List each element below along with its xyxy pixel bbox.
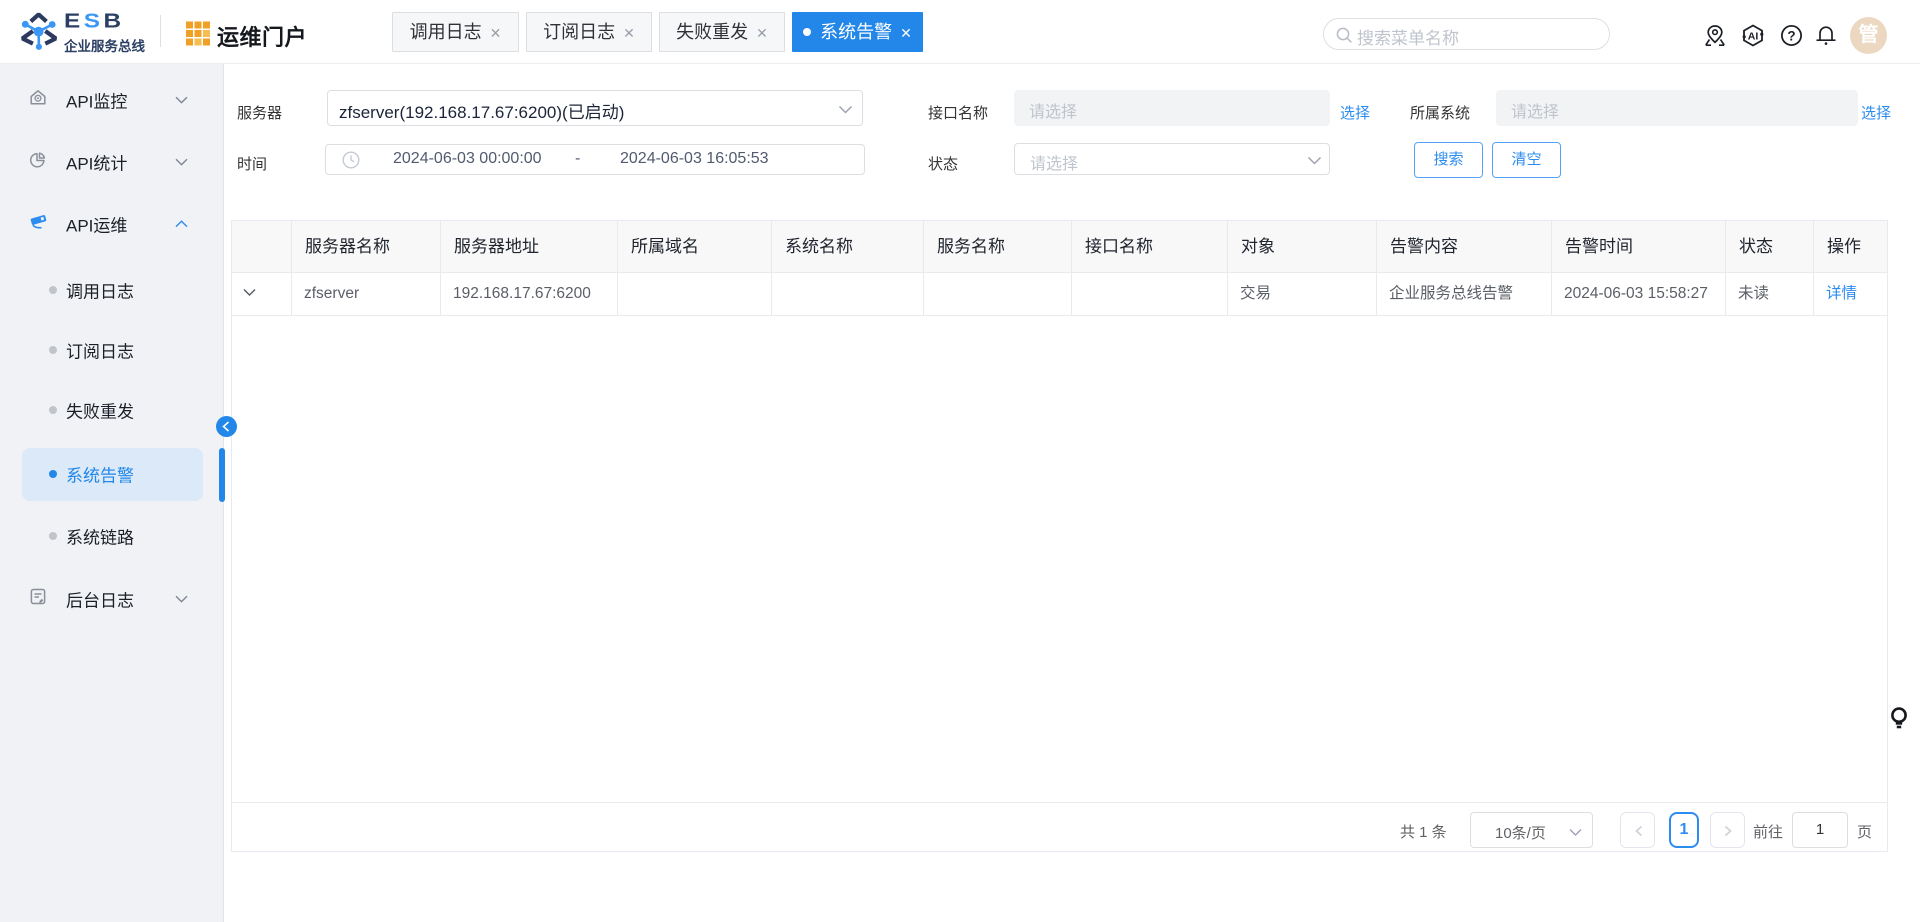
svg-text:?: ? bbox=[1787, 28, 1795, 43]
svg-text:AI: AI bbox=[1748, 31, 1759, 43]
